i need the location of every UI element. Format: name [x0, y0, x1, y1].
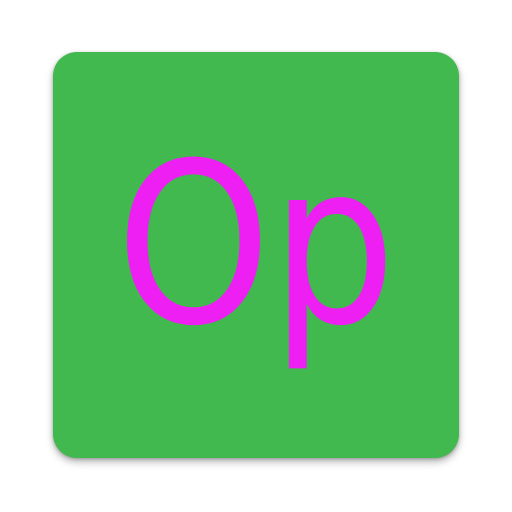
icon-canvas: Op: [0, 0, 512, 512]
app-icon-monogram: Op: [116, 115, 396, 375]
app-icon-label: Op: [116, 115, 396, 375]
app-icon[interactable]: Op: [53, 52, 459, 458]
